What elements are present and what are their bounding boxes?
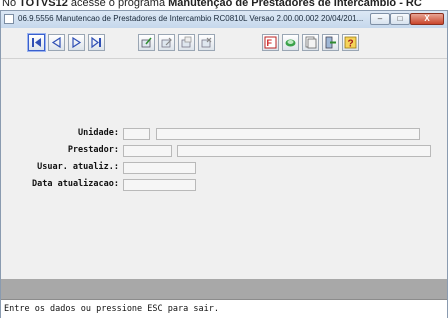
app-window: 06.9.5556 Manutencao de Prestadores de I… [0,10,448,318]
filter-icon[interactable]: F [262,34,279,51]
status-bar: Entre os dados ou pressione ESC para sai… [1,299,447,318]
toolbar: F ? [1,28,447,60]
last-record-icon[interactable] [88,34,105,51]
copy-record-icon[interactable] [178,34,195,51]
minimize-button[interactable]: – [370,13,390,25]
unidade-name-field[interactable] [156,128,420,140]
exit-icon[interactable] [322,34,339,51]
usuar-field[interactable] [123,162,196,174]
data-atualizacao-field[interactable] [123,179,196,191]
form-area: Unidade: Prestador: Usuar. atualiz.: Dat… [1,59,447,279]
prestador-name-field[interactable] [177,145,431,157]
title-bar[interactable]: 06.9.5556 Manutencao de Prestadores de I… [1,11,447,28]
doc-text-prefix: No [2,0,20,9]
previous-record-icon[interactable] [48,34,65,51]
close-button[interactable]: X [410,13,444,25]
message-band [1,279,447,299]
doc-text-bold-2: Manutenção de Prestadores de Intercâmbio… [168,0,422,9]
document-text: No TOTVS12 acesse o programa Manutenção … [2,0,422,10]
prestador-label: Prestador: [67,145,119,155]
report-icon[interactable] [302,34,319,51]
delete-record-icon[interactable] [198,34,215,51]
svg-text:?: ? [348,39,354,50]
doc-text-bold-1: TOTVS12 [19,0,68,9]
status-message: Entre os dados ou pressione ESC para sai… [4,304,219,314]
doc-text-middle: acesse o programa [67,0,169,9]
maximize-button[interactable]: □ [390,13,410,25]
help-icon[interactable]: ? [342,34,359,51]
data-atualizacao-label: Data atualizacao: [32,179,119,189]
first-record-icon[interactable] [28,34,45,51]
usuar-label: Usuar. atualiz.: [37,162,119,172]
prestador-code-field[interactable] [123,145,172,157]
next-record-icon[interactable] [68,34,85,51]
add-record-icon[interactable] [138,34,155,51]
unidade-code-field[interactable] [123,128,150,140]
app-icon [4,14,14,24]
unidade-label: Unidade: [78,128,119,138]
window-title: 06.9.5556 Manutencao de Prestadores de I… [18,14,364,23]
search-icon[interactable] [282,34,299,51]
edit-record-icon[interactable] [158,34,175,51]
svg-text:F: F [267,38,273,48]
